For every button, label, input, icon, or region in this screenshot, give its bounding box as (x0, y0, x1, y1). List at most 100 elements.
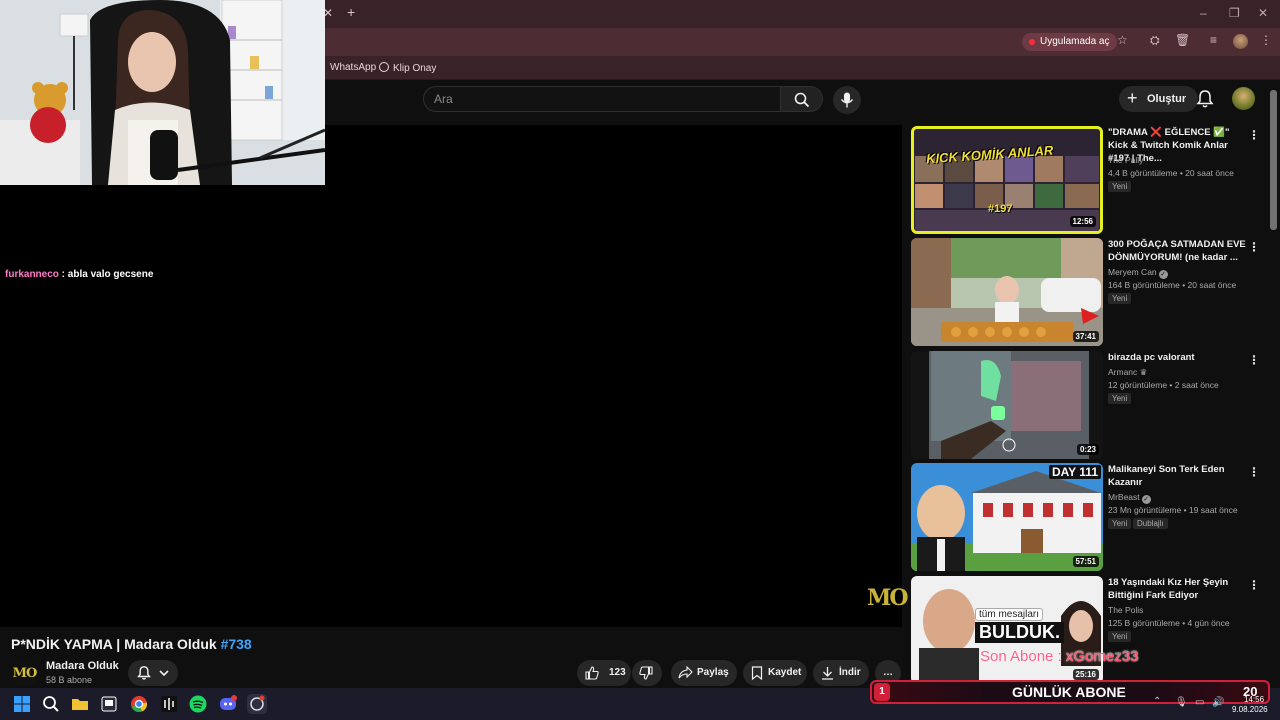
new-tab-button[interactable]: + (347, 4, 355, 20)
channel-avatar[interactable]: MO (11, 660, 38, 687)
channel-subscribers: 58 B abone (46, 675, 93, 685)
recommendation-meta: 125 B görüntüleme • 4 gün önce (1108, 618, 1230, 628)
recommendation-title[interactable]: birazda pc valorant (1108, 351, 1248, 364)
recommendation-item[interactable]: tüm mesajları BULDUK. 25:16 18 Yaşındaki… (911, 576, 1266, 684)
volume-icon[interactable]: 🔊 (1212, 697, 1224, 708)
video-thumbnail[interactable]: DAY 111 57:51 (911, 463, 1103, 571)
recommendation-meta: 4,4 B görüntüleme • 20 saat önce (1108, 168, 1234, 178)
browser-menu-icon[interactable]: ⋮ (1260, 33, 1272, 47)
clock-time[interactable]: 14:56 (1244, 695, 1264, 704)
search-button[interactable] (781, 86, 823, 112)
spotify-icon[interactable] (188, 694, 208, 714)
page-scrollbar[interactable] (1270, 90, 1277, 230)
video-thumbnail[interactable]: KICK KOMİK ANLAR #197 12:56 (911, 126, 1103, 234)
bookmark-star-icon[interactable]: ☆ (1117, 33, 1128, 47)
video-thumbnail[interactable]: 0:23 (911, 351, 1103, 459)
recommendation-title[interactable]: 300 POĞAÇA SATMADAN EVE DÖNMÜYORUM! (ne … (1108, 238, 1248, 264)
new-badge: Yeni (1108, 393, 1132, 404)
video-thumbnail[interactable]: tüm mesajları BULDUK. 25:16 (911, 576, 1103, 684)
audio-app-icon[interactable] (159, 694, 179, 714)
maximize-icon[interactable]: ❐ (1229, 6, 1240, 20)
chrome-icon[interactable] (129, 694, 149, 714)
recommendation-meta: 23 Mn görüntüleme • 19 saat önce (1108, 505, 1238, 515)
active-browser-icon[interactable] (247, 694, 267, 714)
browser-profile-avatar[interactable] (1233, 34, 1248, 49)
channel-label: Armanc (1108, 367, 1138, 377)
youtube-dot-icon (1029, 39, 1035, 45)
verified-icon: ✓ (1158, 270, 1168, 279)
like-button[interactable]: 123 (577, 660, 631, 686)
minimize-icon[interactable]: – (1200, 6, 1207, 20)
snipping-tool-icon[interactable] (99, 694, 119, 714)
thumbnail-headline: BULDUK. (975, 622, 1064, 643)
recommendation-title[interactable]: 18 Yaşındaki Kız Her Şeyin Bittiğini Far… (1108, 576, 1248, 602)
video-thumbnail[interactable]: 37:41 (911, 238, 1103, 346)
close-window-icon[interactable]: ✕ (1258, 6, 1268, 20)
recommendation-item[interactable]: KICK KOMİK ANLAR #197 12:56 "DRAMA ❌ EĞL… (911, 126, 1266, 234)
video-duration: 57:51 (1072, 556, 1099, 567)
recommendation-channel[interactable]: Meryem Can ✓ (1108, 267, 1168, 279)
video-duration: 0:23 (1076, 444, 1099, 455)
chat-separator: : (58, 269, 68, 280)
save-button[interactable]: Kaydet (743, 660, 807, 686)
video-hashtag[interactable]: #738 (221, 636, 252, 652)
bookmark-whatsapp[interactable]: WhatsApp (330, 62, 376, 73)
share-button[interactable]: Paylaş (671, 660, 737, 686)
video-title: P*NDİK YAPMA | Madara Olduk #738 (11, 636, 252, 652)
new-badge: Yeni (1108, 518, 1132, 529)
more-options-icon[interactable]: ⋮ (1248, 465, 1260, 479)
recommendation-item[interactable]: 37:41 300 POĞAÇA SATMADAN EVE DÖNMÜYORUM… (911, 238, 1266, 346)
new-badge: Yeni (1108, 181, 1132, 192)
notifications-bell-icon[interactable] (1196, 89, 1214, 109)
more-options-icon[interactable]: ⋮ (1248, 353, 1260, 367)
recommendation-channel[interactable]: MrBeast ✓ (1108, 492, 1151, 504)
create-button[interactable]: + Oluştur (1119, 86, 1199, 112)
share-icon (678, 666, 693, 679)
open-in-app-button[interactable]: Uygulamada aç (1022, 33, 1118, 51)
recommendation-item[interactable]: DAY 111 57:51 Malikaneyi Son Terk Eden K… (911, 463, 1266, 571)
bookmark-label: Klip Onay (393, 63, 437, 74)
share-label: Paylaş (697, 667, 729, 678)
account-avatar[interactable] (1232, 87, 1255, 110)
chevron-down-icon (159, 670, 169, 677)
search-input[interactable]: Ara (423, 86, 781, 112)
tray-chevron-up-icon[interactable]: ⌃ (1153, 696, 1161, 707)
microphone-tray-icon[interactable]: 🎙 (1175, 697, 1188, 708)
thumbnail-caption: tüm mesajları (975, 608, 1044, 621)
thumbnail-street-scene (911, 238, 1103, 346)
taskbar-search-icon[interactable] (41, 694, 61, 714)
thumbs-down-icon (639, 666, 653, 680)
video-player[interactable] (0, 125, 902, 627)
thumbnail-mansion-scene (911, 463, 1103, 571)
dubbed-badge: Dublajlı (1133, 518, 1168, 529)
more-options-icon[interactable]: ⋮ (1248, 240, 1260, 254)
extension-icon[interactable]: ⛭ (1150, 33, 1160, 48)
channel-name[interactable]: Madara Olduk (46, 660, 119, 672)
playlist-icon[interactable]: ≡ (1210, 33, 1217, 47)
more-options-icon[interactable]: ⋮ (1248, 128, 1260, 142)
file-explorer-icon[interactable] (70, 694, 90, 714)
clock-date[interactable]: 9.08.2026 (1232, 705, 1268, 714)
subscription-bell-button[interactable] (128, 660, 178, 686)
streamer-webcam (0, 0, 325, 185)
download-button[interactable]: İndir (813, 660, 869, 686)
daily-subscriber-count: 1 (874, 683, 890, 701)
windows-start-icon[interactable] (12, 694, 32, 714)
stream-chat-message: furkanneco : abla valo gecsene (5, 269, 153, 280)
bookmark-klip-onay[interactable]: Klip Onay (379, 62, 436, 74)
delete-icon[interactable]: 🗑 (1175, 33, 1190, 47)
chat-text: abla valo gecsene (67, 269, 154, 280)
channel-watermark: MO (867, 585, 909, 611)
network-icon[interactable]: ▭ (1195, 697, 1204, 708)
recommendation-title[interactable]: Malikaneyi Son Terk Eden Kazanır (1108, 463, 1248, 489)
dislike-button[interactable] (632, 660, 662, 686)
voice-search-button[interactable] (833, 86, 861, 114)
recommendation-channel[interactable]: The Pally (1108, 155, 1143, 165)
recommendation-channel[interactable]: The Polis (1108, 605, 1143, 615)
recommendation-item[interactable]: 0:23 birazda pc valorant Armanc ♛ 12 gör… (911, 351, 1266, 459)
more-actions-icon: … (883, 667, 893, 678)
more-options-icon[interactable]: ⋮ (1248, 578, 1260, 592)
recommendation-channel[interactable]: Armanc ♛ (1108, 367, 1147, 378)
discord-icon[interactable] (218, 694, 238, 714)
save-label: Kaydet (768, 667, 802, 678)
